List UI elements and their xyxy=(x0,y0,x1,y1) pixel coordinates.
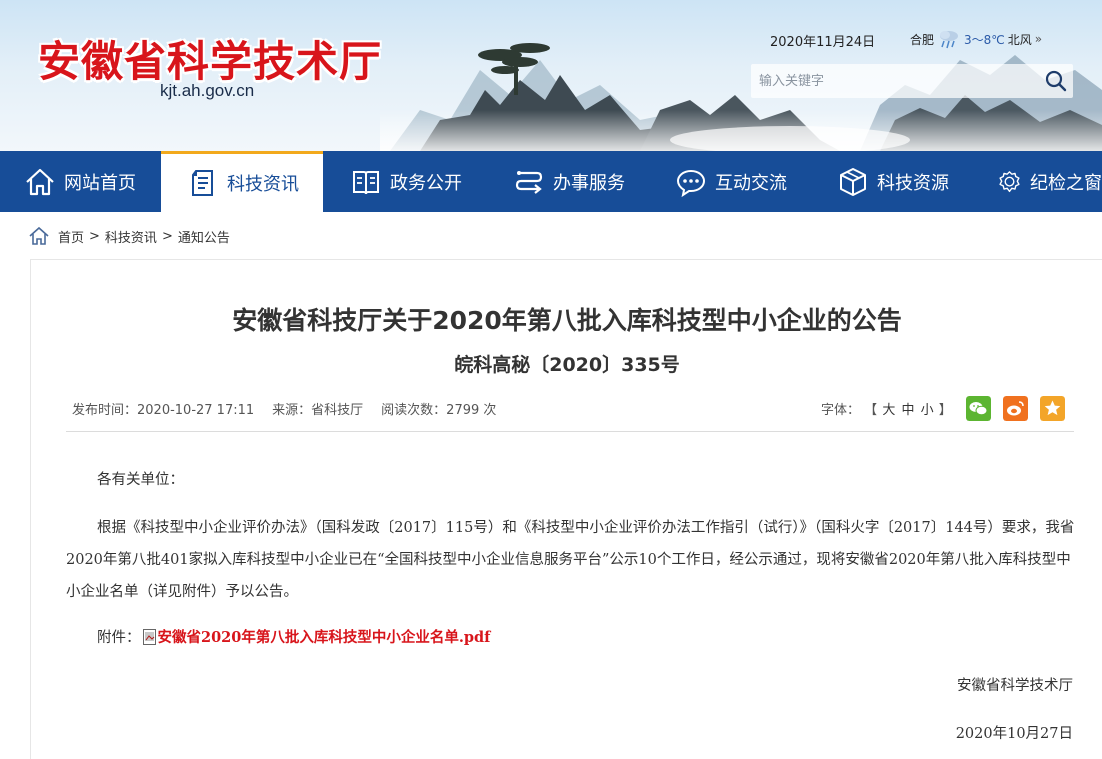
weather-widget: 合肥 3～8℃ 北风 » xyxy=(910,28,1042,50)
book-icon xyxy=(353,170,379,194)
font-size-small[interactable]: 小 xyxy=(921,403,934,418)
chat-bubble-icon xyxy=(676,169,706,197)
cloud-rain-icon xyxy=(940,31,959,49)
view-count: 阅读次数：2799 次 xyxy=(381,403,497,418)
search-bar xyxy=(751,64,1073,98)
nav-label: 办事服务 xyxy=(553,172,625,194)
publish-time: 发布时间：2020-10-27 17:11 xyxy=(72,403,255,418)
badge-icon xyxy=(999,170,1020,192)
news-document-icon xyxy=(192,170,213,196)
breadcrumb: 首页 > 科技资讯 > 通知公告 xyxy=(28,226,230,246)
home-icon xyxy=(29,226,49,245)
attachment-row: 附件： 安徽省2020年第八批入库科技型中小企业名单.pdf xyxy=(97,626,490,647)
nav-label: 科技资源 xyxy=(877,172,949,194)
meta-divider xyxy=(66,431,1074,432)
font-size-bracket-open: 【 xyxy=(864,403,878,418)
breadcrumb-separator: > xyxy=(161,228,173,244)
document-number: 皖科高秘〔2020〕335号 xyxy=(454,354,680,376)
search-icon[interactable] xyxy=(1045,70,1067,92)
signature-org: 安徽省科学技术厅 xyxy=(957,678,1073,694)
header-date: 2020年11月24日 xyxy=(770,35,876,50)
article-panel: 安徽省科技厅关于2020年第八批入库科技型中小企业的公告 皖科高秘〔2020〕3… xyxy=(30,259,1102,759)
font-size-bracket-close: 】 xyxy=(938,403,952,418)
main-nav: 网站首页 科技资讯 政务公开 办事服务 互动交流 科技资源 纪检之窗 xyxy=(0,151,1102,212)
breadcrumb-separator: > xyxy=(89,228,100,244)
pdf-file-icon xyxy=(142,628,156,645)
home-icon xyxy=(26,168,54,195)
nav-item-news[interactable]: 科技资讯 xyxy=(161,151,323,212)
weather-temperature: 3～8℃ xyxy=(964,32,1005,47)
breadcrumb-notices[interactable]: 通知公告 xyxy=(178,227,230,246)
nav-item-services[interactable]: 办事服务 xyxy=(485,151,647,212)
font-size-large[interactable]: 大 xyxy=(882,403,895,418)
nav-item-gov-affairs[interactable]: 政务公开 xyxy=(323,151,485,212)
font-size-medium[interactable]: 中 xyxy=(901,403,914,418)
weather-wind: 北风 xyxy=(1007,32,1032,47)
nav-item-home[interactable]: 网站首页 xyxy=(0,151,161,212)
signature-date: 2020年10月27日 xyxy=(955,726,1073,742)
favorite-star-icon[interactable] xyxy=(1040,396,1065,421)
breadcrumb-home[interactable]: 首页 xyxy=(58,227,84,246)
site-title[interactable]: 安徽省科学技术厅 xyxy=(38,28,382,89)
nav-item-resources[interactable]: 科技资源 xyxy=(809,151,971,212)
weather-city: 合肥 xyxy=(910,32,935,47)
nav-item-discipline[interactable]: 纪检之窗 xyxy=(971,151,1102,212)
attachment-link[interactable]: 安徽省2020年第八批入库科技型中小企业名单.pdf xyxy=(158,626,491,647)
site-url[interactable]: kjt.ah.gov.cn xyxy=(160,81,254,101)
font-size-selector: 字体： 【 大 中 小 】 xyxy=(821,399,952,418)
article-meta: 发布时间：2020-10-27 17:11 来源：省科技厅 阅读次数：2799 … xyxy=(72,399,496,418)
weibo-icon[interactable] xyxy=(1003,396,1028,421)
nav-item-interaction[interactable]: 互动交流 xyxy=(647,151,809,212)
nav-label: 科技资讯 xyxy=(227,174,299,195)
article-body: 根据《科技型中小企业评价办法》（国科发政〔2017〕115号）和《科技型中小企业… xyxy=(66,520,1075,600)
article-source: 来源：省科技厅 xyxy=(272,403,364,418)
breadcrumb-news[interactable]: 科技资讯 xyxy=(105,227,157,246)
nav-label: 互动交流 xyxy=(715,172,787,194)
wechat-icon[interactable] xyxy=(966,396,991,421)
cube-icon xyxy=(840,167,866,196)
header-banner: 安徽省科学技术厅 kjt.ah.gov.cn 2020年11月24日 合肥 3～… xyxy=(0,0,1102,151)
greeting: 各有关单位： xyxy=(97,472,184,488)
nav-label: 网站首页 xyxy=(64,172,136,194)
nav-label: 纪检之窗 xyxy=(1030,172,1102,194)
attachment-label: 附件： xyxy=(97,630,141,646)
weather-more-link[interactable]: » xyxy=(1035,32,1042,46)
font-size-label: 字体： xyxy=(821,403,861,418)
service-route-icon xyxy=(515,170,543,194)
article-title: 安徽省科技厅关于2020年第八批入库科技型中小企业的公告 xyxy=(232,306,902,335)
search-input[interactable] xyxy=(751,64,1031,98)
nav-label: 政务公开 xyxy=(390,172,462,194)
